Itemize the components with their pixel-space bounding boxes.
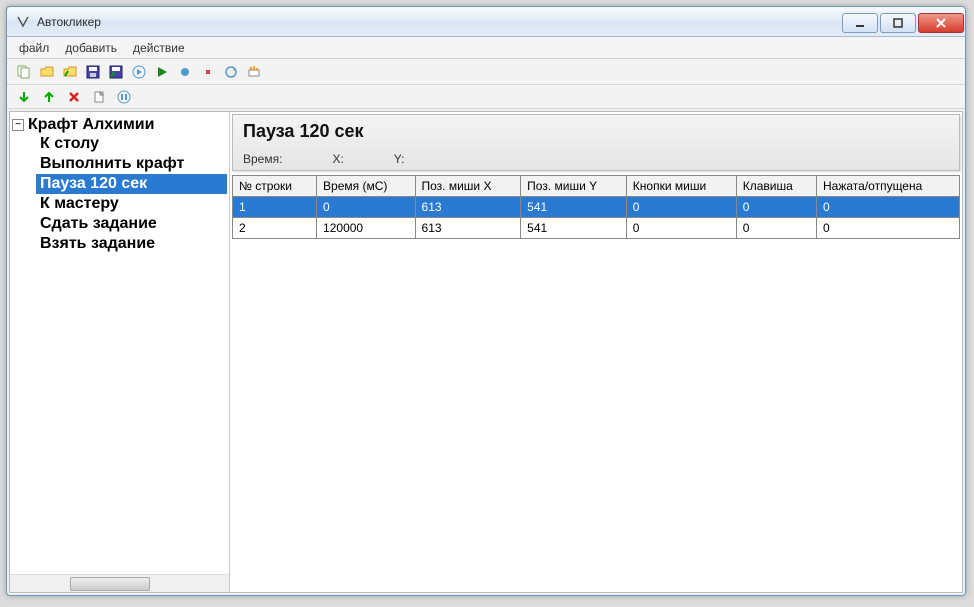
close-button[interactable] [918,13,964,33]
toolbar-primary [7,59,965,85]
column-header[interactable]: Поз. миши X [415,176,521,197]
table-cell: 613 [415,197,521,218]
open-green-icon[interactable] [59,62,81,82]
table-area: № строкиВремя (мС)Поз. миши XПоз. миши Y… [232,175,960,590]
details-info: Время: X: Y: [243,152,949,166]
column-header[interactable]: Кнопки миши [626,176,736,197]
details-title: Пауза 120 сек [243,121,949,142]
table-cell: 0 [736,218,816,239]
menu-action[interactable]: действие [125,39,193,57]
details-y-label: Y: [394,152,405,166]
table-cell: 120000 [317,218,415,239]
column-header[interactable]: Поз. миши Y [521,176,627,197]
play-icon[interactable] [151,62,173,82]
window-buttons [841,11,965,33]
titlebar[interactable]: Автокликер [7,7,965,37]
record-icon[interactable] [174,62,196,82]
arrow-up-icon[interactable] [38,87,60,107]
right-panel: Пауза 120 сек Время: X: Y: № строкиВремя… [230,112,962,592]
arrow-down-icon[interactable] [13,87,35,107]
tree-item[interactable]: К столу [36,134,227,154]
column-header[interactable]: Клавиша [736,176,816,197]
app-icon [15,14,31,30]
tree-body: − Крафт Алхимии К столуВыполнить крафтПа… [10,112,229,574]
table-cell: 0 [817,218,960,239]
column-header[interactable]: № строки [233,176,317,197]
open-folder-icon[interactable] [36,62,58,82]
table-cell: 0 [626,197,736,218]
tree-hscroll[interactable] [10,574,229,592]
tree-item[interactable]: Пауза 120 сек [36,174,227,194]
table-cell: 0 [817,197,960,218]
table-cell: 0 [736,197,816,218]
details-header: Пауза 120 сек Время: X: Y: [232,114,960,171]
table-row[interactable]: 10613541000 [233,197,960,218]
tree-root-label: Крафт Алхимии [28,116,154,134]
table-cell: 541 [521,218,627,239]
tree-root-row[interactable]: − Крафт Алхимии [12,116,227,134]
window-title: Автокликер [37,15,101,29]
grid-header-row: № строкиВремя (мС)Поз. миши XПоз. миши Y… [233,176,960,197]
table-row[interactable]: 2120000613541000 [233,218,960,239]
pause-circle-icon[interactable] [113,87,135,107]
new-page-icon[interactable] [88,87,110,107]
tree-item[interactable]: Сдать задание [36,214,227,234]
maximize-button[interactable] [880,13,916,33]
tree-root: − Крафт Алхимии К столуВыполнить крафтПа… [12,116,227,254]
tree-panel: − Крафт Алхимии К столуВыполнить крафтПа… [10,112,230,592]
table-cell: 1 [233,197,317,218]
tree-item[interactable]: К мастеру [36,194,227,214]
scroll-thumb[interactable] [70,577,150,591]
table-cell: 0 [317,197,415,218]
details-x-label: X: [332,152,343,166]
table-cell: 0 [626,218,736,239]
copy-icon[interactable] [13,62,35,82]
table-cell: 2 [233,218,317,239]
data-grid[interactable]: № строкиВремя (мС)Поз. миши XПоз. миши Y… [232,175,960,239]
tree-children: К столуВыполнить крафтПауза 120 секК мас… [12,134,227,254]
menubar: файл добавить действие [7,37,965,59]
details-time-label: Время: [243,152,282,166]
delete-icon[interactable] [63,87,85,107]
table-cell: 613 [415,218,521,239]
save-green-icon[interactable] [105,62,127,82]
collapse-icon[interactable]: − [12,119,24,131]
client-area: − Крафт Алхимии К столуВыполнить крафтПа… [9,111,963,593]
app-window: Автокликер файл добавить действие [6,6,966,596]
column-header[interactable]: Время (мС) [317,176,415,197]
tree-item[interactable]: Взять задание [36,234,227,254]
play-circle-icon[interactable] [128,62,150,82]
stop-small-icon[interactable] [197,62,219,82]
minimize-button[interactable] [842,13,878,33]
table-cell: 541 [521,197,627,218]
save-icon[interactable] [82,62,104,82]
column-header[interactable]: Нажата/отпущена [817,176,960,197]
settings-icon[interactable] [243,62,265,82]
menu-file[interactable]: файл [11,39,57,57]
tree-item[interactable]: Выполнить крафт [36,154,227,174]
loop-icon[interactable] [220,62,242,82]
toolbar-secondary [7,85,965,109]
menu-add[interactable]: добавить [57,39,125,57]
